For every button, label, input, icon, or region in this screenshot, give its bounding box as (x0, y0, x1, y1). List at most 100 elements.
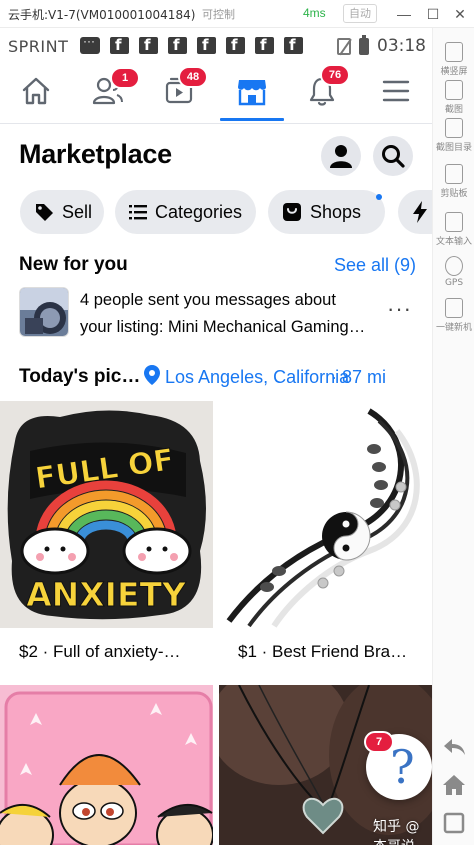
notification-icons (80, 34, 303, 54)
minimize-icon[interactable]: — (394, 4, 414, 24)
listing-card[interactable] (0, 685, 213, 845)
tab-notifications[interactable]: 76 (298, 64, 350, 116)
shops-new-dot (376, 194, 382, 200)
maximize-icon[interactable]: ☐ (423, 4, 443, 24)
watermark-text: 知乎 @杰哥说 (373, 819, 420, 845)
facebook-icon (284, 36, 303, 54)
tab-friends[interactable]: 1 (84, 66, 140, 116)
tool-label: GPS (444, 278, 464, 288)
listing-thumbnail (19, 287, 69, 337)
home-nav-icon[interactable] (441, 772, 467, 798)
sell-chip-label: Sell (62, 201, 93, 222)
shop-icon (282, 202, 302, 222)
distance-label[interactable]: · 87 mi (331, 367, 386, 388)
tool-label: 一键新机 (435, 323, 472, 333)
no-sim-icon (337, 37, 351, 55)
facebook-icon (226, 36, 245, 54)
marketplace-icon (238, 80, 266, 106)
new-for-you-heading: New for you (19, 254, 128, 275)
profile-button[interactable] (321, 136, 361, 176)
listing-card[interactable] (219, 401, 432, 628)
search-icon (382, 145, 405, 168)
carrier-label: SPRINT (8, 37, 69, 56)
gps-icon (445, 256, 463, 276)
tab-home[interactable] (12, 66, 60, 116)
full-of-anxiety-sticker-image: FULL OF ANXIETY (0, 401, 213, 628)
more-options-icon[interactable]: ··· (387, 296, 412, 322)
sticker-text-bottom: ANXIETY (26, 575, 187, 614)
rotate-icon (445, 42, 463, 62)
active-tab-indicator (220, 118, 284, 121)
hamburger-menu-icon (382, 80, 410, 102)
battery-icon (359, 34, 369, 55)
facebook-icon (255, 36, 274, 54)
tab-watch[interactable]: 48 (156, 66, 208, 116)
status-right: 03:18 (337, 34, 426, 56)
tool-label: 横竖屏 (440, 67, 468, 77)
tag-icon (34, 202, 54, 222)
location-pin-icon[interactable] (143, 364, 161, 391)
emulator-title-bar: 云手机:V1-7(VM010001004184) 可控制 4ms 自动 — ☐ … (0, 0, 474, 28)
auto-button[interactable]: 自动 (343, 4, 377, 23)
listing-card[interactable]: FULL OF ANXIETY (0, 401, 213, 628)
categories-chip[interactable]: Categories (115, 190, 256, 234)
clock: 03:18 (377, 36, 426, 56)
categories-chip-label: Categories (155, 201, 243, 222)
tool-label: 截图目录 (435, 143, 472, 153)
person-icon (330, 145, 352, 168)
facebook-icon (110, 36, 129, 54)
tool-label: 截图 (444, 105, 463, 115)
recent-apps-icon[interactable] (441, 810, 467, 836)
notification-text: 4 people sent you messages about your li… (80, 287, 380, 341)
close-icon[interactable]: ✕ (450, 4, 470, 24)
gps-tool[interactable]: GPS (433, 256, 474, 288)
filter-chips: Sell Categories Shops (20, 190, 432, 236)
control-indicator[interactable]: 可控制 (202, 6, 235, 22)
shops-chip[interactable]: Shops (268, 190, 385, 234)
facebook-icon (197, 36, 216, 54)
lightning-icon (412, 201, 428, 223)
notification-line-1: 4 people sent you messages about (80, 291, 336, 309)
facebook-icon (168, 36, 187, 54)
keyboard-icon (445, 212, 463, 232)
page-title: Marketplace (19, 139, 172, 169)
watch-badge: 48 (178, 66, 208, 88)
home-icon (22, 77, 50, 105)
screenshot-icon (445, 80, 463, 100)
facebook-tab-bar: 1 48 76 (0, 64, 432, 121)
message-notification[interactable]: 4 people sent you messages about your li… (19, 286, 424, 342)
lightning-chip[interactable] (398, 190, 432, 234)
shops-chip-label: Shops (310, 201, 362, 222)
new-device-tool[interactable]: 一键新机 (433, 298, 474, 333)
search-button[interactable] (373, 136, 413, 176)
tool-label: 剪贴板 (440, 189, 468, 199)
folder-icon (445, 118, 463, 138)
clipboard-tool[interactable]: 剪贴板 (433, 164, 474, 199)
help-question-icon: ? (390, 740, 415, 794)
sell-chip[interactable]: Sell (20, 190, 104, 234)
todays-picks-heading: Today's pic… (19, 366, 141, 387)
status-bar: SPRINT 03:18 (0, 28, 432, 62)
back-icon[interactable] (441, 734, 467, 760)
screenshot-tool[interactable]: 截图 (433, 80, 474, 115)
screenshot-folder-tool[interactable]: 截图目录 (433, 118, 474, 153)
tab-marketplace[interactable] (228, 66, 276, 116)
tab-menu[interactable] (372, 66, 420, 116)
list-icon (129, 204, 147, 220)
phone-screen: SPRINT 03:18 (0, 28, 432, 845)
message-icon (80, 34, 100, 54)
rotate-screen-tool[interactable]: 横竖屏 (433, 42, 474, 77)
clipboard-icon (445, 164, 463, 184)
notifications-badge: 76 (320, 64, 350, 86)
powerpuff-tray-image (0, 685, 213, 845)
see-all-link[interactable]: See all (9) (334, 255, 416, 276)
tool-label: 文本输入 (435, 237, 472, 247)
tabbar-divider (0, 123, 432, 124)
location-link[interactable]: Los Angeles, California (165, 367, 349, 388)
notification-line-2: your listing: Mini Mechanical Gaming… (80, 318, 366, 336)
friends-badge: 1 (110, 67, 140, 89)
listing-label[interactable]: $2 · Full of anxiety-… (19, 642, 181, 662)
listing-label[interactable]: $1 · Best Friend Bra… (238, 642, 407, 662)
text-input-tool[interactable]: 文本输入 (433, 212, 474, 247)
help-badge: 7 (364, 731, 394, 753)
